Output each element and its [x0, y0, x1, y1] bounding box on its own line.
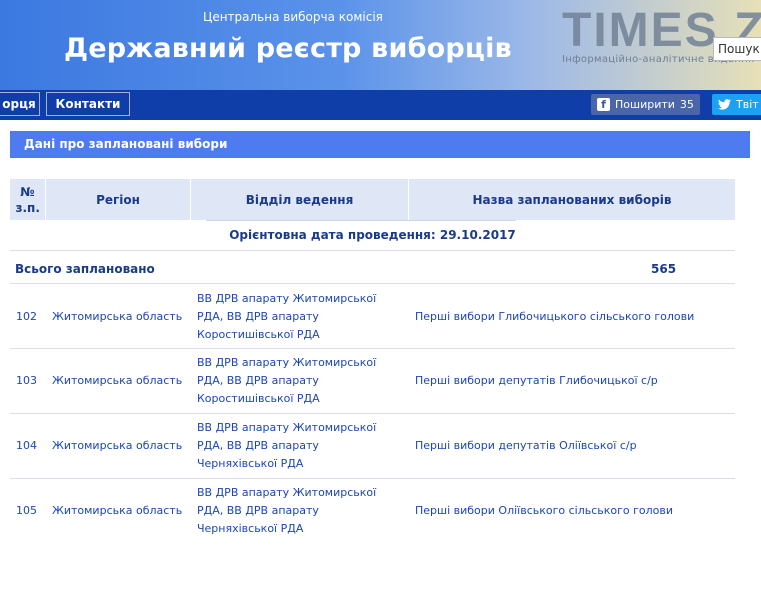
row-dept-line: ВВ ДРВ апарату Житомирської — [197, 486, 377, 499]
row-dept-line: РДА, ВВ ДРВ апарату — [197, 310, 319, 323]
row-region: Житомирська область — [52, 504, 183, 517]
row-num: 102 — [16, 310, 37, 323]
col-header-region: Регіон — [46, 179, 191, 220]
col-header-num-label: № з.п. — [15, 184, 40, 215]
row-election-name: Перші вибори Оліївського сільського голо… — [415, 504, 674, 517]
tweet-button[interactable]: Твіт — [712, 94, 761, 115]
col-header-dept: Відділ ведення — [191, 179, 409, 220]
twitter-bird-icon — [718, 99, 731, 110]
top-nav: орця Контакти f Поширити 35 Твіт — [0, 90, 761, 120]
row-dept-line: ВВ ДРВ апарату Житомирської — [197, 356, 377, 369]
search-input[interactable]: Пошук... — [713, 37, 761, 61]
total-value: 565 — [651, 262, 677, 276]
row-dept-line: РДА, ВВ ДРВ апарату — [197, 374, 319, 387]
share-count: 35 — [679, 98, 694, 111]
row-election-name: Перші вибори Глибочицького сільського го… — [415, 310, 695, 323]
row-num: 104 — [16, 439, 37, 452]
row-dept-line: Черняхівської РДА — [197, 457, 304, 470]
page-title: Державний реєстр виборців — [64, 33, 512, 64]
row-divider — [10, 250, 735, 251]
row-dept-line: Черняхівської РДА — [197, 522, 304, 535]
row-dept-line: ВВ ДРВ апарату Житомирської — [197, 292, 377, 305]
row-dept-line: Коростишівської РДА — [197, 392, 320, 405]
total-label: Всього заплановано — [15, 262, 155, 276]
row-election-name: Перші вибори депутатів Оліївської с/р — [415, 439, 637, 452]
row-region: Житомирська область — [52, 310, 183, 323]
row-dept-line: Коростишівської РДА — [197, 328, 320, 341]
nav-item-partial[interactable]: орця — [0, 92, 40, 116]
section-header: Дані про заплановані вибори — [10, 131, 750, 158]
row-num: 103 — [16, 374, 37, 387]
nav-item-contacts[interactable]: Контакти — [46, 92, 130, 116]
row-dept-line: ВВ ДРВ апарату Житомирської — [197, 421, 377, 434]
row-dept-line: РДА, ВВ ДРВ апарату — [197, 439, 319, 452]
facebook-share-button[interactable]: f Поширити 35 — [591, 94, 700, 115]
col-header-name: Назва запланованих виборів — [409, 179, 735, 220]
row-election-name: Перші вибори депутатів Глибочицької с/р — [415, 374, 658, 387]
org-name: Центральна виборча комісія — [203, 10, 383, 24]
row-divider — [10, 348, 735, 349]
date-line: Орієнтовна дата проведення: 29.10.2017 — [229, 228, 516, 242]
tweet-label: Твіт — [736, 98, 759, 111]
col-header-num: № з.п. — [10, 179, 46, 220]
row-region: Житомирська область — [52, 374, 183, 387]
facebook-icon: f — [597, 98, 610, 111]
row-divider — [10, 283, 735, 284]
row-dept-line: РДА, ВВ ДРВ апарату — [197, 504, 319, 517]
share-label: Поширити — [615, 98, 675, 111]
site-header: Центральна виборча комісія Державний реє… — [0, 0, 761, 90]
row-region: Житомирська область — [52, 439, 183, 452]
row-divider — [10, 478, 735, 479]
row-num: 105 — [16, 504, 37, 517]
row-divider — [10, 413, 735, 414]
